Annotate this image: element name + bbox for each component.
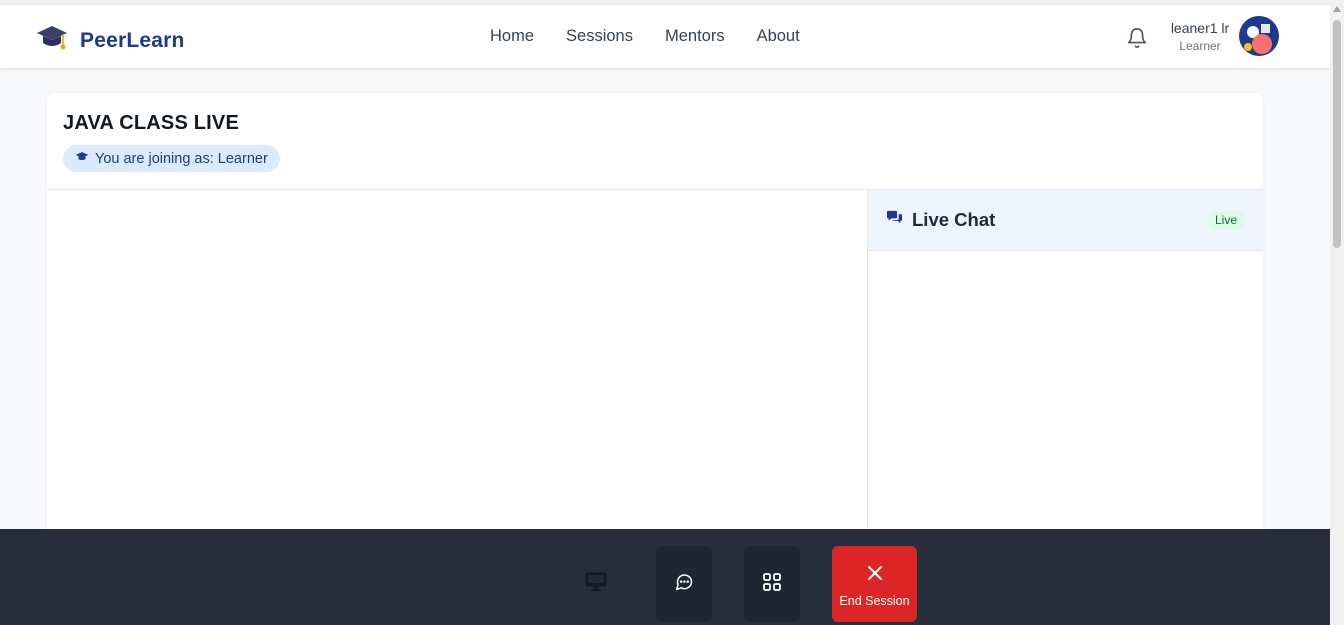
session-card: JAVA CLASS LIVE You are joining as: Lear… (47, 93, 1263, 553)
page-scrollbar[interactable] (1330, 0, 1344, 625)
brand-logo-link[interactable]: PeerLearn (36, 23, 185, 58)
grid-icon (762, 572, 782, 597)
end-session-button[interactable]: End Session (832, 546, 917, 622)
session-header: JAVA CLASS LIVE You are joining as: Lear… (47, 93, 1263, 190)
comments-icon (886, 210, 903, 230)
page-title: JAVA CLASS LIVE (63, 112, 239, 134)
graduation-cap-icon (36, 23, 68, 58)
video-area (47, 190, 867, 553)
brand-name: PeerLearn (80, 28, 185, 52)
nav-mentors[interactable]: Mentors (665, 27, 725, 46)
end-session-label: End Session (839, 594, 910, 608)
live-status-badge: Live (1206, 210, 1245, 230)
scrollbar-thumb[interactable] (1333, 20, 1341, 248)
chat-bubble-icon (674, 572, 694, 597)
screen-share-button[interactable] (568, 546, 624, 622)
monitor-icon (585, 572, 607, 597)
user-name: leaner1 lr (1170, 20, 1230, 36)
avatar[interactable] (1239, 16, 1279, 56)
main-navigation: Home Sessions Mentors About (490, 27, 800, 46)
role-badge: You are joining as: Learner (63, 145, 280, 172)
user-info[interactable]: leaner1 lr Learner (1164, 20, 1236, 53)
graduation-cap-icon (75, 151, 89, 167)
nav-sessions[interactable]: Sessions (566, 27, 633, 46)
user-role: Learner (1179, 39, 1221, 53)
toggle-chat-button[interactable] (656, 546, 712, 622)
chat-header: Live Chat Live (868, 190, 1263, 251)
role-badge-text: You are joining as: Learner (95, 150, 268, 167)
layout-grid-button[interactable] (744, 546, 800, 622)
top-navbar: PeerLearn Home Sessions Mentors About le… (0, 5, 1330, 69)
nav-home[interactable]: Home (490, 27, 534, 46)
scroll-up-arrow-icon[interactable] (1333, 6, 1341, 12)
nav-about[interactable]: About (757, 27, 800, 46)
live-chat-panel: Live Chat Live (867, 190, 1263, 553)
session-control-bar: End Session (0, 529, 1330, 625)
chat-title: Live Chat (912, 209, 996, 230)
close-icon (866, 564, 884, 582)
bell-icon[interactable] (1126, 27, 1148, 49)
